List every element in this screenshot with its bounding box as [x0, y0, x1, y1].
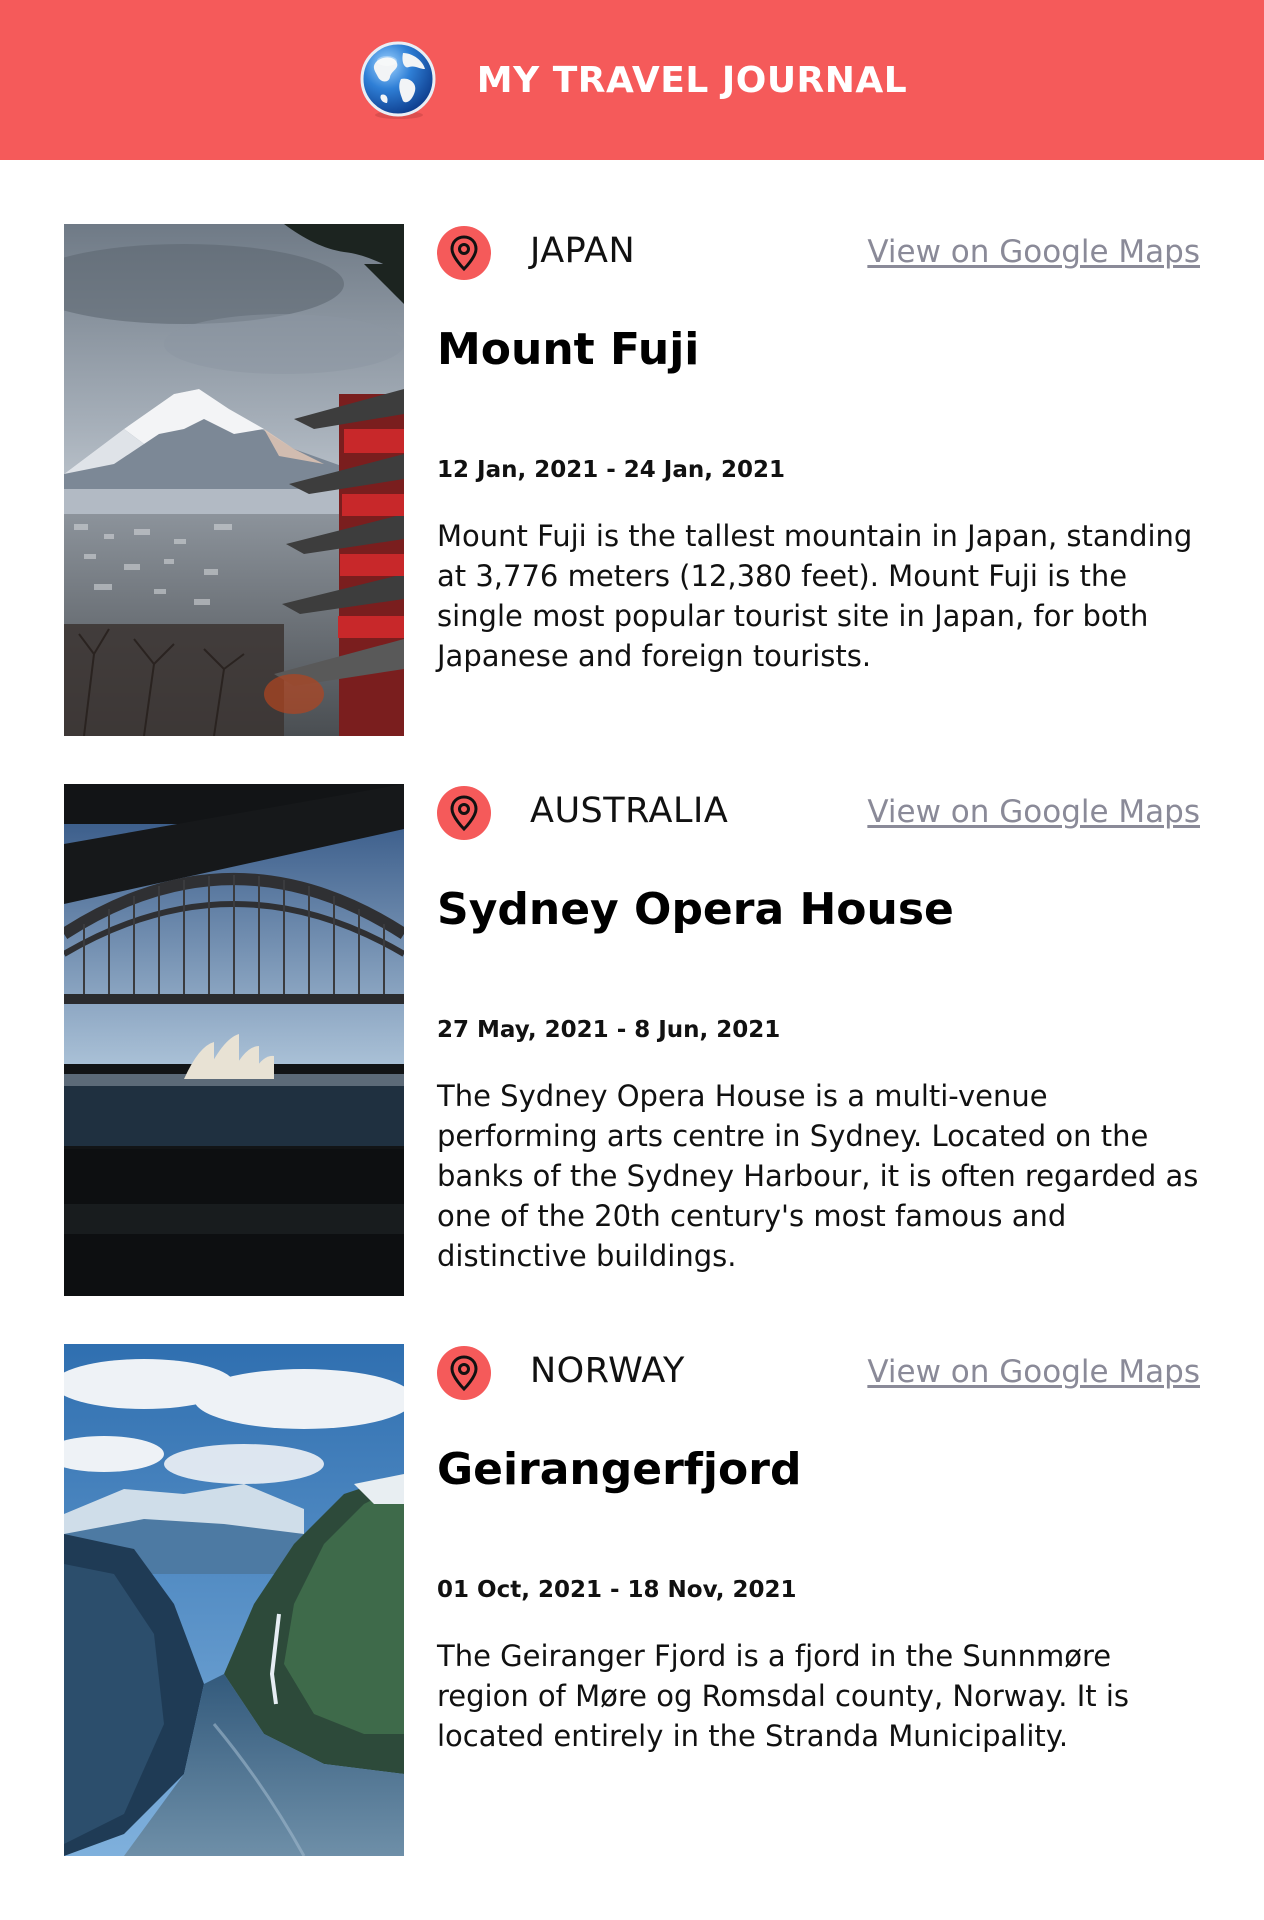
journal-entry: NORWAY View on Google Maps Geirangerfjor… [64, 1344, 1200, 1856]
globe-icon [360, 41, 436, 119]
mount-fuji-photo [64, 224, 404, 736]
place-description: Mount Fuji is the tallest mountain in Ja… [437, 519, 1193, 673]
app-header: MY TRAVEL JOURNAL [0, 0, 1264, 160]
location-pin-icon [437, 226, 491, 280]
country-label: JAPAN [530, 231, 636, 271]
place-title: Sydney Opera House [437, 884, 954, 935]
view-on-google-maps-link[interactable]: View on Google Maps [867, 234, 1200, 270]
journal-entry: AUSTRALIA View on Google Maps Sydney Ope… [64, 784, 1200, 1296]
trip-dates: 27 May, 2021 - 8 Jun, 2021 [437, 1017, 781, 1043]
geirangerfjord-photo [64, 1344, 404, 1856]
journal-entries: JAPAN View on Google Maps Mount Fuji 12 … [0, 160, 1264, 1920]
entry-details: AUSTRALIA View on Google Maps Sydney Ope… [437, 784, 1200, 1296]
location-pin-icon [437, 786, 491, 840]
view-on-google-maps-link[interactable]: View on Google Maps [867, 1354, 1200, 1390]
trip-dates: 12 Jan, 2021 - 24 Jan, 2021 [437, 457, 786, 483]
place-title: Geirangerfjord [437, 1444, 802, 1495]
journal-entry: JAPAN View on Google Maps Mount Fuji 12 … [64, 224, 1200, 736]
entry-details: JAPAN View on Google Maps Mount Fuji 12 … [437, 224, 1200, 736]
app-title: MY TRAVEL JOURNAL [476, 59, 908, 101]
view-on-google-maps-link[interactable]: View on Google Maps [867, 794, 1200, 830]
location-pin-icon [437, 1346, 491, 1400]
sydney-opera-house-photo [64, 784, 404, 1296]
country-label: NORWAY [530, 1351, 685, 1391]
entry-details: NORWAY View on Google Maps Geirangerfjor… [437, 1344, 1200, 1856]
trip-dates: 01 Oct, 2021 - 18 Nov, 2021 [437, 1577, 797, 1603]
country-label: AUSTRALIA [530, 791, 729, 831]
place-description: The Geiranger Fjord is a fjord in the Su… [437, 1639, 1130, 1753]
place-title: Mount Fuji [437, 324, 700, 375]
place-description: The Sydney Opera House is a multi-venue … [437, 1079, 1199, 1273]
